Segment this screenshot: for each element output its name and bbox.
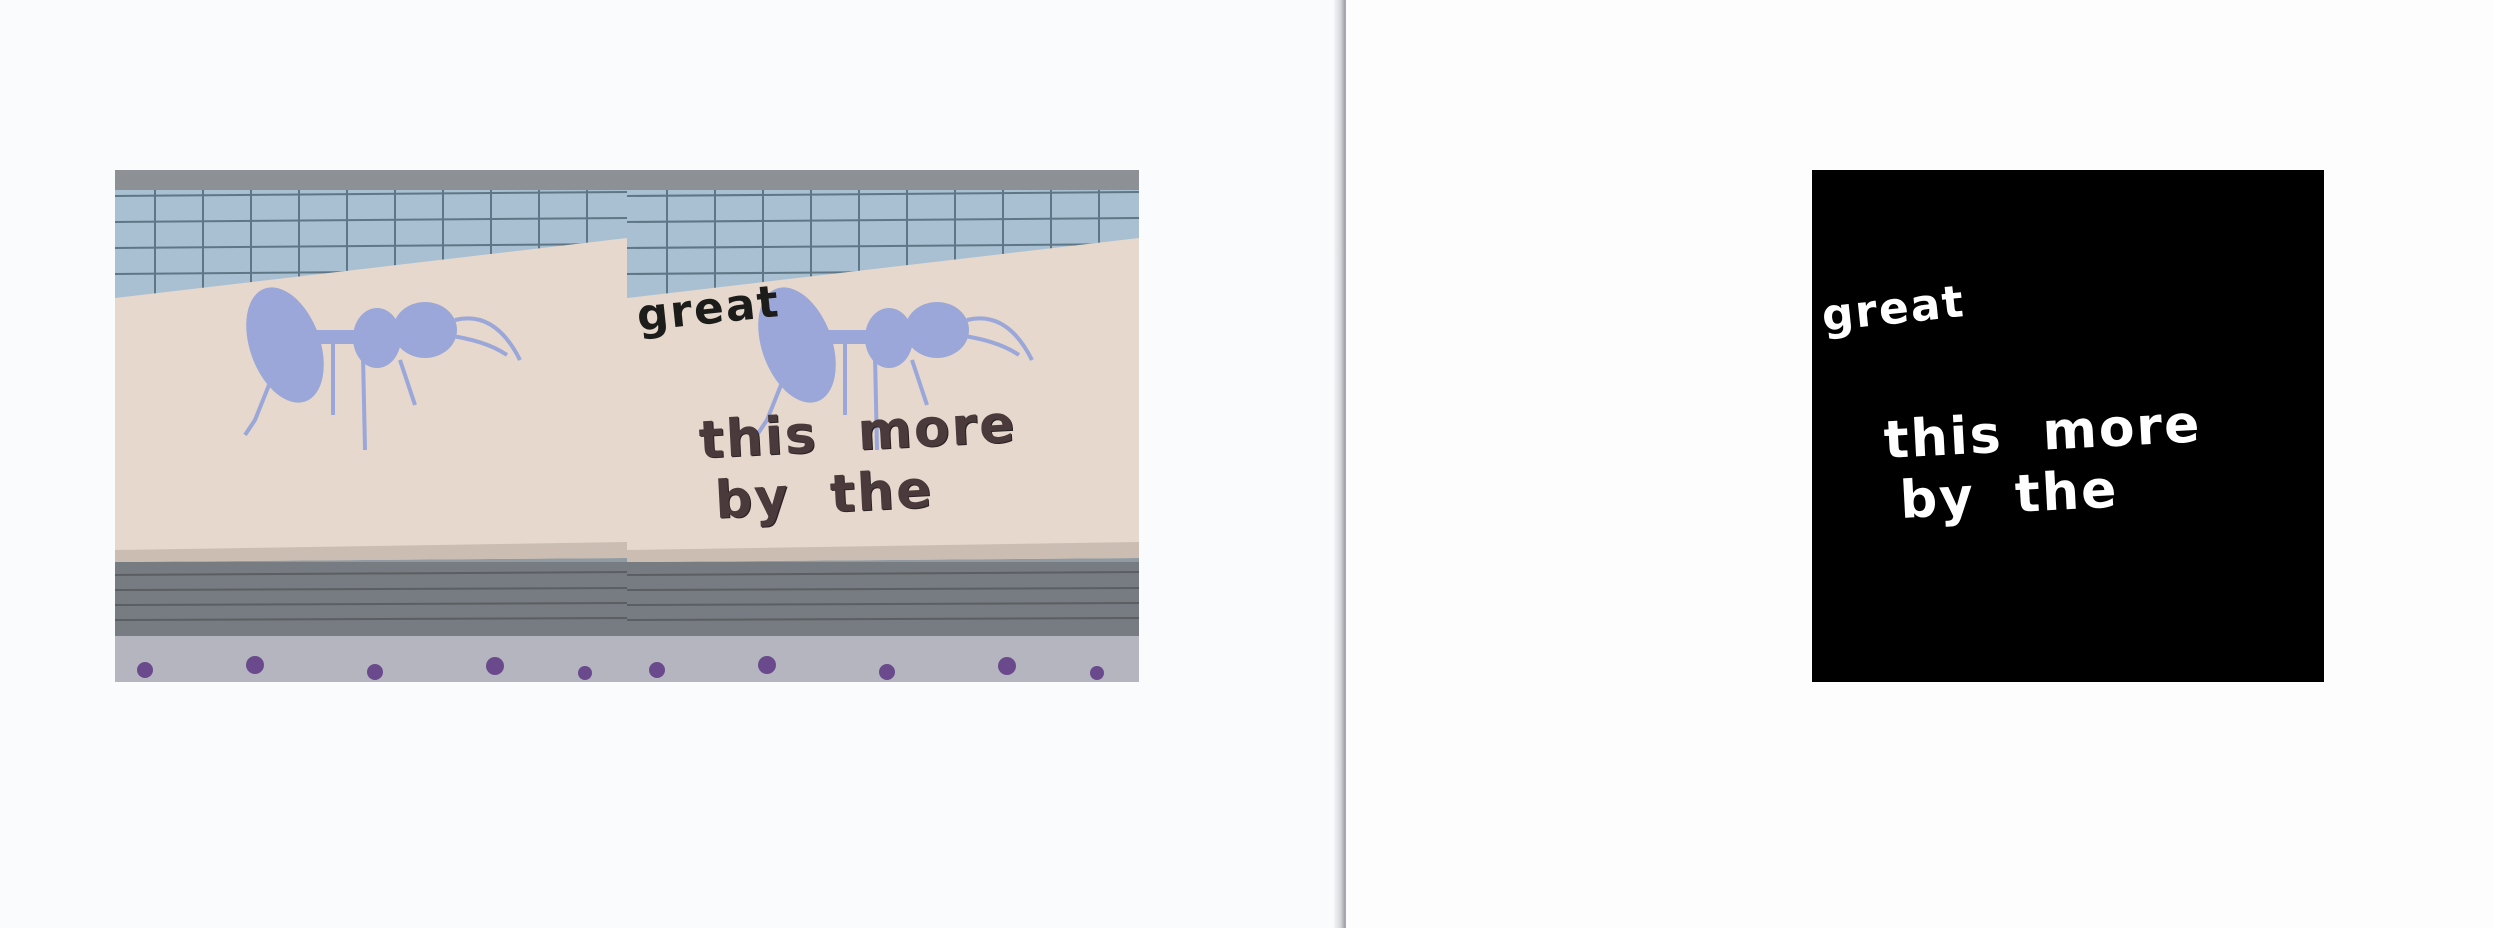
storefront-photo-original — [115, 170, 627, 682]
mask-line-1: this more — [1882, 394, 2203, 471]
sign-line-2: by the — [713, 459, 935, 531]
mask-word-great: great — [1819, 276, 1968, 342]
storefront-photo-with-text: great this more by the — [627, 170, 1139, 682]
text-mask-image: great this more by the — [1812, 170, 2324, 682]
sign-line-1: this more — [697, 394, 1018, 471]
storefront-illustration — [115, 170, 627, 682]
mask-line-2: by the — [1898, 459, 2120, 531]
right-mask-pane: great this more by the — [1346, 0, 2494, 928]
left-image-pane: great this more by the — [0, 0, 1340, 928]
